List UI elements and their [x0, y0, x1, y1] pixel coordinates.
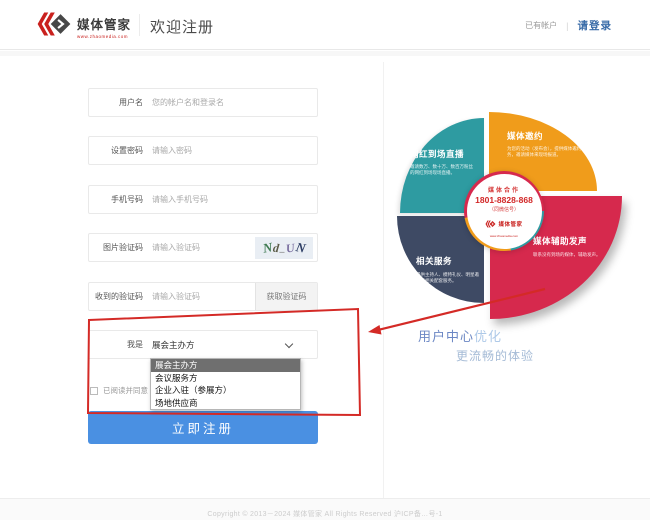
promo-line-2: 更流畅的体验 — [456, 347, 534, 364]
segment-desc: 提供主持人、模特礼仪、明星邀请等相关配套服务。 — [416, 272, 480, 284]
annotation-arrowhead — [368, 325, 382, 335]
segment-title: 网红到场直播 — [410, 148, 464, 160]
username-label: 用户名 — [89, 97, 143, 108]
services-infographic: 网红到场直播 邀请数万、数十万、数百万粉丝的网红到场现场直播。 媒体邀约 为您的… — [390, 100, 635, 320]
dropdown-option-exhibition-organizer[interactable]: 展会主办方 — [151, 359, 300, 372]
page-title: 欢迎注册 — [150, 16, 214, 37]
footer: Copyright © 2013－2024 媒体管家 All Rights Re… — [0, 498, 650, 520]
phone-label: 手机号码 — [89, 194, 143, 205]
copyright-text: Copyright © 2013－2024 媒体管家 All Rights Re… — [0, 509, 650, 519]
role-selected-value: 展会主办方 — [152, 339, 195, 351]
brand-chevrons-icon — [485, 215, 496, 233]
agreement-text: 已阅读并同意《 — [103, 385, 156, 396]
header: 媒体管家 www.zhaomedia.com 欢迎注册 已有帐户 | 请登录 — [0, 0, 650, 50]
segment-desc: 为您的活动（发布会），提供媒体邀约服务，邀请媒体来现场报道。 — [507, 146, 593, 158]
register-button[interactable]: 立即注册 — [88, 411, 318, 444]
get-code-button[interactable]: 获取验证码 — [255, 283, 317, 310]
brand-text: 媒体管家 www.zhaomedia.com — [77, 14, 131, 39]
image-captcha-label: 图片验证码 — [89, 242, 143, 253]
username-input[interactable] — [152, 98, 244, 107]
segment-title: 媒体邀约 — [507, 130, 543, 142]
password-input[interactable] — [152, 146, 244, 155]
brand-name: 媒体管家 — [77, 14, 131, 33]
subheader-strip — [0, 51, 650, 56]
header-pipe: | — [566, 21, 568, 31]
sms-code-field-row: 收到的验证码 获取验证码 — [88, 282, 318, 311]
image-captcha-input[interactable] — [152, 243, 244, 252]
segment-desc: 联系没有到场的媒体，辅助发声。 — [533, 252, 601, 258]
captcha-char: d — [272, 240, 280, 256]
brand-chevrons-icon — [36, 11, 72, 42]
contact-phone: 1801-8828-868 — [475, 195, 533, 205]
username-field-row: 用户名 — [88, 88, 318, 117]
password-field-row: 设置密码 — [88, 136, 318, 165]
captcha-char: N — [294, 239, 307, 257]
wechat-note: （同微信号） — [489, 206, 519, 213]
segment-title: 相关服务 — [416, 255, 452, 267]
phone-input[interactable] — [152, 195, 244, 204]
chevron-down-icon — [285, 340, 293, 348]
promo-line-1: 用户中心优化 — [418, 326, 502, 345]
agreement-row: 已阅读并同意《 — [90, 385, 156, 396]
content-divider — [383, 62, 384, 498]
role-label: 我是 — [89, 339, 143, 350]
password-label: 设置密码 — [89, 145, 143, 156]
header-divider — [139, 14, 140, 36]
role-dropdown-list: 展会主办方 会议服务方 企业入驻（参展方） 场地供应商 — [150, 358, 301, 410]
segment-desc: 邀请数万、数十万、数百万粉丝的网红到场现场直播。 — [410, 164, 474, 176]
dropdown-option-conference-service[interactable]: 会议服务方 — [151, 372, 300, 385]
login-link[interactable]: 请登录 — [578, 18, 613, 33]
dropdown-option-venue-supplier[interactable]: 场地供应商 — [151, 397, 300, 410]
dropdown-option-enterprise-exhibitor[interactable]: 企业入驻（参展方） — [151, 384, 300, 397]
brand-logo[interactable]: 媒体管家 www.zhaomedia.com — [36, 11, 131, 42]
image-captcha-field-row: 图片验证码 N d _ U N — [88, 233, 318, 262]
center-brand-url: www.zhaomedia.com — [490, 234, 518, 238]
have-account-text: 已有帐户 — [525, 20, 557, 31]
sms-code-label: 收到的验证码 — [89, 291, 143, 302]
promo-text-light: 优化 — [474, 329, 502, 344]
agreement-checkbox[interactable] — [90, 387, 98, 395]
center-contact-circle: 媒体合作 1801-8828-868 （同微信号） 媒体管家 www.zhaom… — [464, 171, 544, 251]
captcha-image[interactable]: N d _ U N — [255, 237, 313, 259]
segment-title: 媒体辅助发声 — [533, 235, 587, 247]
promo-text-dark: 用户中心 — [418, 329, 474, 344]
sms-code-input[interactable] — [152, 292, 244, 301]
center-brand: 媒体管家 — [498, 220, 522, 228]
phone-field-row: 手机号码 — [88, 185, 318, 214]
brand-url: www.zhaomedia.com — [77, 34, 131, 39]
center-label: 媒体合作 — [488, 185, 520, 194]
role-select[interactable]: 我是 展会主办方 — [88, 330, 318, 359]
